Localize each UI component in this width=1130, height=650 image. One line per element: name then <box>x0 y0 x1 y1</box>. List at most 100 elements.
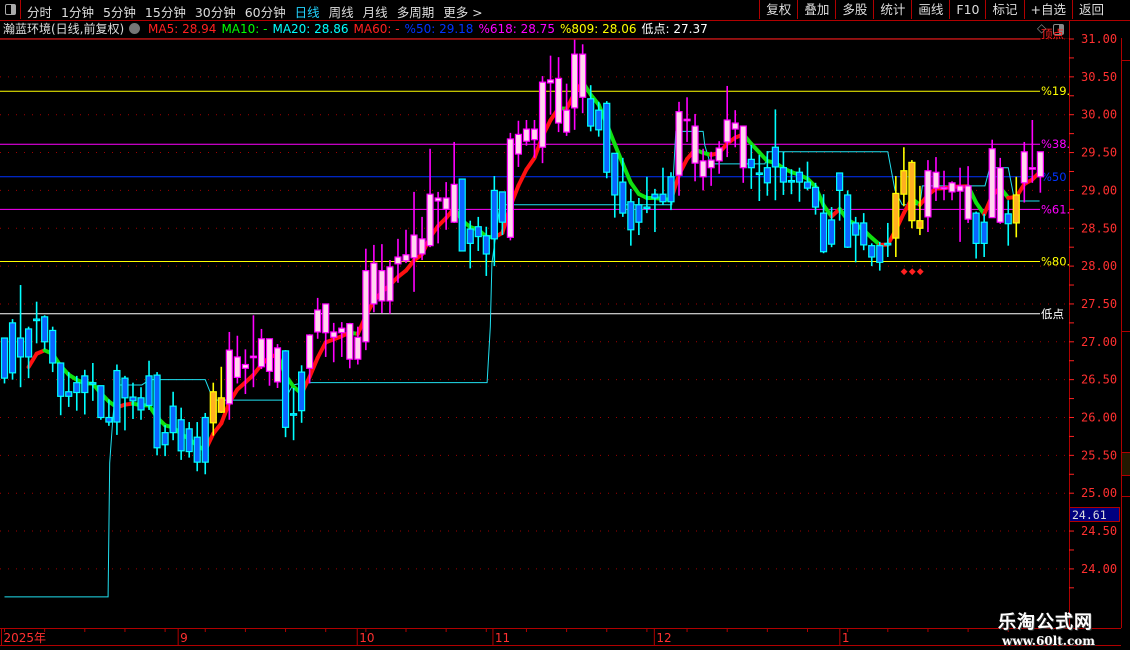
candle <box>707 151 715 186</box>
candle-body <box>827 219 836 245</box>
candle-body <box>522 128 531 142</box>
level-label: 低点 <box>1041 307 1064 321</box>
level-label: %50 <box>1041 170 1067 184</box>
candle-body <box>932 171 940 189</box>
candle-body <box>410 234 418 259</box>
candle <box>362 248 370 351</box>
candle <box>145 360 153 410</box>
candle <box>1036 151 1044 193</box>
candle <box>265 338 274 386</box>
trend-line-segment <box>628 180 641 197</box>
candle-body <box>426 193 434 247</box>
candle-body <box>81 375 89 394</box>
candle-body <box>860 222 868 246</box>
candle-body <box>795 171 804 183</box>
candle <box>378 244 386 314</box>
candle-body <box>562 109 571 133</box>
candle <box>755 154 763 201</box>
candle-body <box>41 316 49 343</box>
candle <box>739 125 747 183</box>
candle <box>410 191 418 292</box>
candle-body <box>988 148 996 219</box>
candle-body <box>554 77 563 124</box>
candle <box>273 344 282 388</box>
candle <box>635 197 643 236</box>
trend-line-segment <box>524 155 537 172</box>
candle <box>506 132 514 241</box>
candle-body <box>298 371 306 412</box>
candle <box>522 119 531 146</box>
candle-body <box>1036 151 1044 178</box>
date-axis-label: 9 <box>180 631 188 645</box>
candle <box>876 241 884 271</box>
candle <box>402 229 410 264</box>
candle <box>57 362 65 416</box>
candle <box>860 213 868 251</box>
candle-body <box>57 362 65 397</box>
candle-body <box>137 397 145 411</box>
candle-body <box>844 194 852 248</box>
date-axis-label: 1 <box>842 631 850 645</box>
candle-body <box>579 53 587 98</box>
candle-body <box>362 270 370 343</box>
candle-body <box>161 432 169 446</box>
candle <box>177 407 185 460</box>
candle-body <box>1004 213 1012 225</box>
candle <box>1012 176 1020 238</box>
candle <box>169 391 177 441</box>
candle <box>779 151 788 195</box>
candle <box>434 191 442 244</box>
signal-diamond-icon: ◆ <box>901 267 908 277</box>
candle-body <box>113 369 121 423</box>
candle-body <box>659 193 667 203</box>
candle-body <box>916 220 924 229</box>
candle <box>1028 119 1036 183</box>
candle-body <box>65 391 73 397</box>
candle <box>546 55 555 115</box>
candle <box>514 120 523 167</box>
candle-body <box>884 242 892 246</box>
candle-body <box>627 201 635 231</box>
candle <box>137 387 145 420</box>
candle-body <box>643 206 651 210</box>
candlestick-chart[interactable]: 24.00 24.50 25.00 25.50 26.00 26.50 27.00 27.50… <box>0 0 1130 650</box>
candle <box>129 382 137 420</box>
candle <box>474 216 482 251</box>
candle <box>900 147 908 207</box>
candle-body <box>892 192 900 239</box>
candle <box>346 322 354 369</box>
candle-body <box>691 125 699 164</box>
candle-body <box>346 323 354 360</box>
candle <box>97 385 105 420</box>
candle <box>972 211 980 259</box>
candle-body <box>89 382 97 385</box>
candle-body <box>97 385 105 419</box>
candle <box>659 167 667 205</box>
candle-body <box>819 212 828 253</box>
candle-body <box>201 416 209 463</box>
candle-body <box>715 147 723 162</box>
candle <box>868 243 876 267</box>
candle-body <box>145 375 153 406</box>
trend-line-segment <box>620 161 633 185</box>
candle <box>113 364 121 435</box>
candle-body <box>209 391 217 424</box>
candle <box>201 412 209 475</box>
candle <box>603 101 611 179</box>
candle-body <box>458 178 466 252</box>
candle-body <box>1012 194 1020 224</box>
candle-body <box>763 167 771 184</box>
date-axis-label: 10 <box>359 631 374 645</box>
date-axis-label: 2025年 <box>4 631 47 645</box>
candle <box>538 76 547 164</box>
candle-body <box>354 336 362 360</box>
watermark-title: 乐淘公式网 <box>998 612 1093 633</box>
candle <box>988 139 996 219</box>
candle-body <box>530 128 539 141</box>
candle <box>683 97 691 142</box>
price-axis-label: 28.00 <box>1081 259 1117 273</box>
candle-body <box>651 193 659 199</box>
signal-diamond-icon: ◆ <box>909 267 916 277</box>
candle-body <box>386 266 394 302</box>
candle <box>715 141 723 174</box>
